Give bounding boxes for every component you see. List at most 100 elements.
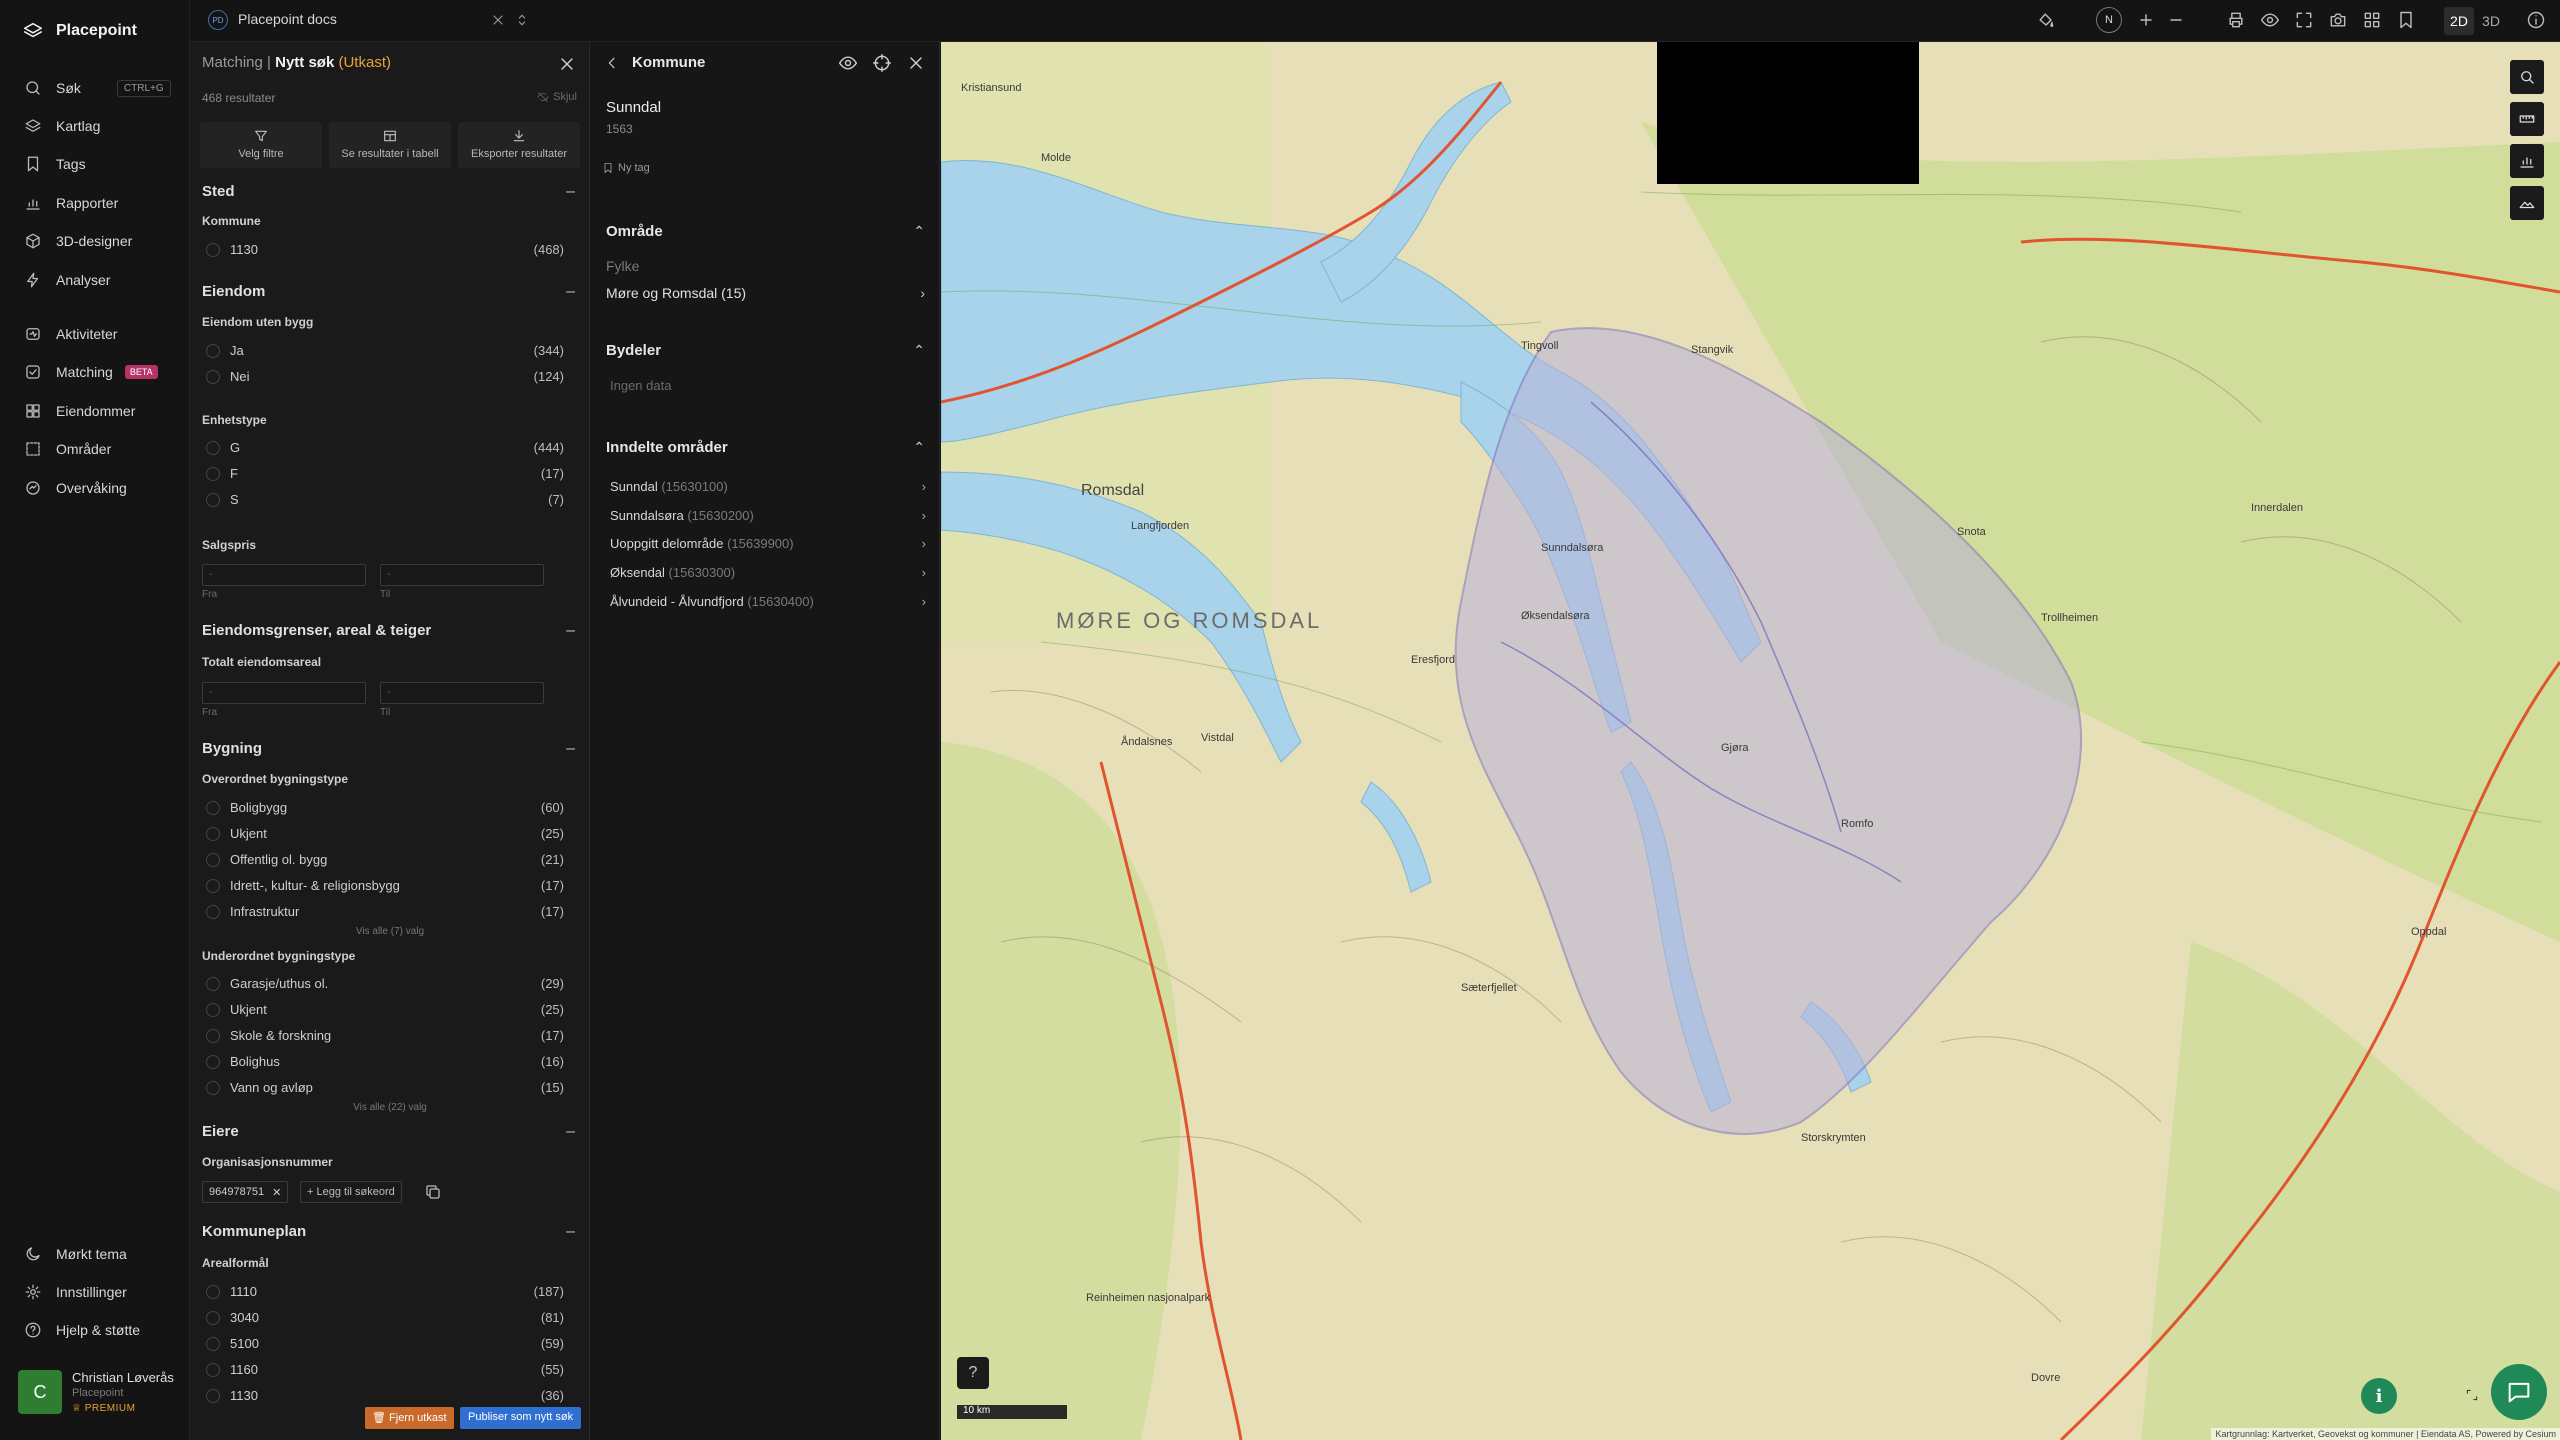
app-logo[interactable]: Placepoint bbox=[22, 20, 137, 42]
sidebar-item-3d-designer[interactable]: 3D-designer bbox=[24, 229, 132, 253]
radio-circle[interactable] bbox=[206, 1389, 220, 1403]
option-row[interactable]: Skole & forskning (17) bbox=[202, 1026, 566, 1046]
option-row[interactable]: Ukjent (25) bbox=[202, 824, 566, 844]
area-to-input[interactable]: - bbox=[380, 682, 544, 704]
map-help-button[interactable]: ? bbox=[957, 1357, 989, 1389]
option-row[interactable]: Ja (344) bbox=[202, 341, 566, 361]
chevron-up-icon[interactable]: ⌃ bbox=[913, 439, 925, 456]
collapse-bygning[interactable]: – bbox=[566, 740, 575, 758]
close-icon[interactable] bbox=[490, 12, 506, 28]
option-row[interactable]: Garasje/uthus ol. (29) bbox=[202, 974, 566, 994]
map-view[interactable]: MØRE OG ROMSDAL Romsdal Langfjorden Eres… bbox=[941, 42, 2560, 1440]
section-omrade[interactable]: Område bbox=[606, 223, 663, 240]
chat-button[interactable] bbox=[2491, 1364, 2547, 1420]
option-row[interactable]: Offentlig ol. bygg (21) bbox=[202, 850, 566, 870]
collapse-kommuneplan[interactable]: – bbox=[566, 1223, 575, 1241]
option-row[interactable]: Nei (124) bbox=[202, 367, 566, 387]
option-row[interactable]: F (17) bbox=[202, 464, 566, 484]
add-search-term-button[interactable]: + Legg til søkeord bbox=[300, 1181, 402, 1203]
publish-button[interactable]: Publiser som nytt søk bbox=[460, 1407, 582, 1429]
map-tool-measure[interactable] bbox=[2510, 102, 2544, 136]
subarea-row[interactable]: Ålvundeid - Ålvundfjord (15630400) › bbox=[610, 594, 926, 609]
option-row[interactable]: G (444) bbox=[202, 438, 566, 458]
sidebar-item-layers[interactable]: Kartlag bbox=[24, 114, 100, 138]
hide-button[interactable]: Skjul bbox=[537, 91, 577, 103]
sidebar-item-help[interactable]: Hjelp & støtte bbox=[24, 1318, 140, 1342]
map-tool-profile[interactable] bbox=[2510, 186, 2544, 220]
radio-circle[interactable] bbox=[206, 801, 220, 815]
mode-2d-button[interactable]: 2D bbox=[2444, 7, 2474, 35]
radio-circle[interactable] bbox=[206, 827, 220, 841]
info-button[interactable]: i bbox=[2361, 1378, 2397, 1414]
radio-circle[interactable] bbox=[206, 977, 220, 991]
price-from-input[interactable]: - bbox=[202, 564, 366, 586]
sidebar-item-properties[interactable]: Eiendommer bbox=[24, 399, 135, 423]
fullscreen-icon[interactable] bbox=[2294, 10, 2314, 30]
new-tag-button[interactable]: Ny tag bbox=[602, 162, 650, 174]
close-icon[interactable]: ✕ bbox=[272, 1186, 281, 1199]
section-eiere[interactable]: Eiere bbox=[202, 1123, 239, 1140]
radio-circle[interactable] bbox=[206, 370, 220, 384]
remove-draft-button[interactable]: 🗑 Fjern utkast bbox=[365, 1407, 454, 1429]
sidebar-item-tags[interactable]: Tags bbox=[24, 152, 86, 176]
option-row[interactable]: 3040 (81) bbox=[202, 1308, 566, 1328]
collapse-sted[interactable]: – bbox=[566, 183, 575, 201]
user-profile[interactable]: C Christian Løverås Placepoint ♕ PREMIUM bbox=[18, 1370, 174, 1414]
print-icon[interactable] bbox=[2226, 10, 2246, 30]
radio-circle[interactable] bbox=[206, 853, 220, 867]
subarea-row[interactable]: Sunndalsøra (15630200) › bbox=[610, 508, 926, 523]
option-row[interactable]: Bolighus (16) bbox=[202, 1052, 566, 1072]
chevron-right-icon[interactable]: › bbox=[920, 285, 925, 301]
sidebar-item-matching[interactable]: Matching BETA bbox=[24, 360, 158, 384]
sidebar-item-analyses[interactable]: Analyser bbox=[24, 268, 110, 292]
section-inndelte[interactable]: Inndelte områder bbox=[606, 439, 728, 456]
option-row[interactable]: S (7) bbox=[202, 490, 566, 510]
choose-filters-button[interactable]: Velg filtre bbox=[200, 122, 322, 168]
zoom-out-icon[interactable] bbox=[2166, 10, 2186, 30]
radio-circle[interactable] bbox=[206, 344, 220, 358]
table-view-button[interactable]: Se resultater i tabell bbox=[329, 122, 451, 168]
export-button[interactable]: Eksporter resultater bbox=[458, 122, 580, 168]
radio-circle[interactable] bbox=[206, 1337, 220, 1351]
section-bygning[interactable]: Bygning bbox=[202, 740, 262, 757]
radio-circle[interactable] bbox=[206, 1081, 220, 1095]
option-row[interactable]: 1160 (55) bbox=[202, 1360, 566, 1380]
option-row[interactable]: Ukjent (25) bbox=[202, 1000, 566, 1020]
compass-button[interactable]: N bbox=[2096, 7, 2122, 33]
crosshair-icon[interactable] bbox=[872, 53, 892, 73]
sidebar-item-reports[interactable]: Rapporter bbox=[24, 191, 118, 215]
section-sted[interactable]: Sted bbox=[202, 183, 235, 200]
option-row[interactable]: 5100 (59) bbox=[202, 1334, 566, 1354]
close-icon[interactable] bbox=[557, 54, 577, 74]
info-icon[interactable] bbox=[2526, 10, 2546, 30]
radio-circle[interactable] bbox=[206, 1363, 220, 1377]
subarea-row[interactable]: Uoppgitt delområde (15639900) › bbox=[610, 536, 926, 551]
radio-circle[interactable] bbox=[206, 441, 220, 455]
collapse-grenser[interactable]: – bbox=[566, 622, 575, 640]
map-canvas[interactable] bbox=[941, 42, 2560, 1440]
fylke-link[interactable]: Møre og Romsdal (15) bbox=[606, 285, 746, 301]
radio-circle[interactable] bbox=[206, 1311, 220, 1325]
radio-circle[interactable] bbox=[206, 1055, 220, 1069]
show-all-link[interactable]: Vis alle (22) valg bbox=[190, 1102, 589, 1113]
collapse-eiere[interactable]: – bbox=[566, 1123, 575, 1141]
radio-circle[interactable] bbox=[206, 467, 220, 481]
radio-circle[interactable] bbox=[206, 1285, 220, 1299]
option-row[interactable]: 1130 (36) bbox=[202, 1386, 566, 1406]
sidebar-item-activities[interactable]: Aktiviteter bbox=[24, 322, 117, 346]
area-from-input[interactable]: - bbox=[202, 682, 366, 704]
chevron-updown-icon[interactable] bbox=[514, 12, 530, 28]
search-term-chip[interactable]: 964978751 ✕ bbox=[202, 1181, 289, 1203]
sidebar-item-areas[interactable]: Områder bbox=[24, 437, 111, 461]
section-kommuneplan[interactable]: Kommuneplan bbox=[202, 1223, 306, 1240]
qr-icon[interactable] bbox=[2362, 10, 2382, 30]
eye-icon[interactable] bbox=[838, 53, 858, 73]
sidebar-item-search[interactable]: Søk CTRL+G bbox=[24, 76, 171, 100]
radio-circle[interactable] bbox=[206, 243, 220, 257]
option-row[interactable]: Vann og avløp (15) bbox=[202, 1078, 566, 1098]
option-row[interactable]: Boligbygg (60) bbox=[202, 798, 566, 818]
map-tool-layers[interactable] bbox=[2510, 60, 2544, 94]
sidebar-item-dark-theme[interactable]: Mørkt tema bbox=[24, 1242, 127, 1266]
copy-icon[interactable] bbox=[424, 1183, 442, 1201]
subarea-row[interactable]: Sunndal (15630100) › bbox=[610, 479, 926, 494]
